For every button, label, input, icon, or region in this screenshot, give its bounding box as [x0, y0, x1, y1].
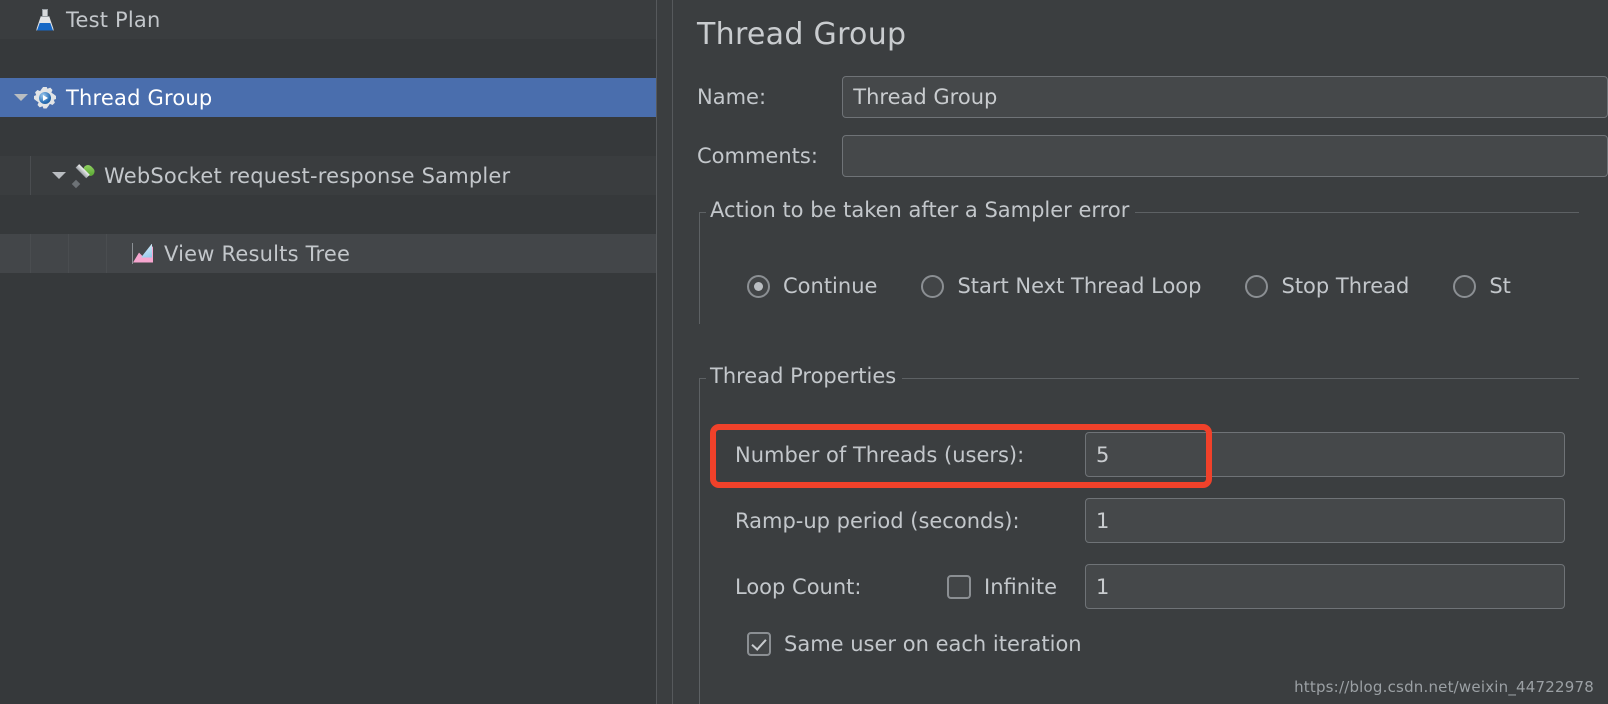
radio-label: St [1489, 274, 1511, 298]
number-of-threads-label: Number of Threads (users): [735, 442, 1025, 467]
tree-item-label: Test Plan [66, 7, 161, 32]
number-of-threads-input[interactable] [1085, 432, 1565, 477]
checkbox-checked-icon [747, 632, 771, 656]
tree-item-test-plan[interactable]: Test Plan [0, 0, 656, 39]
loop-count-input[interactable] [1085, 564, 1565, 609]
comments-label: Comments: [697, 144, 818, 168]
rampup-period-input[interactable] [1085, 498, 1565, 543]
tree-item-label: View Results Tree [164, 241, 351, 266]
tree-guide-line [30, 234, 31, 273]
thread-group-config-panel: Thread Group Name: Comments: Action to b… [673, 0, 1608, 704]
thread-properties-group-title: Thread Properties [706, 364, 903, 388]
watermark-text: https://blog.csdn.net/weixin_44722978 [1294, 678, 1594, 696]
flask-icon [32, 7, 58, 33]
radio-mark-icon [747, 274, 770, 298]
chevron-down-icon [14, 94, 28, 101]
tree-guide-line [30, 156, 31, 195]
same-user-label: Same user on each iteration [784, 632, 1082, 656]
tree-item-view-results-tree[interactable]: View Results Tree [0, 234, 656, 273]
radio-continue[interactable]: Continue [747, 274, 877, 298]
radio-label: Continue [783, 274, 878, 298]
tree-guide-line [68, 234, 69, 273]
checkbox-icon [947, 574, 971, 599]
jmeter-window: Test Plan Thread Group WebSocket request… [0, 0, 1608, 704]
radio-mark-icon [1245, 274, 1269, 298]
radio-mark-icon [1453, 274, 1477, 298]
sampler-error-group: Action to be taken after a Sampler error [699, 198, 1579, 324]
tree-expand-toggle-websocket-sampler[interactable] [48, 156, 70, 195]
loop-count-label: Loop Count: [735, 574, 862, 599]
panel-splitter[interactable] [656, 0, 673, 704]
page-title: Thread Group [697, 17, 907, 52]
same-user-checkbox[interactable]: Same user on each iteration [747, 632, 1082, 656]
radio-start-next-thread-loop[interactable]: Start Next Thread Loop [921, 274, 1201, 298]
number-of-threads-row: Number of Threads (users): [735, 432, 1608, 477]
radio-stop-test[interactable]: St [1453, 274, 1511, 298]
loop-count-row: Loop Count: Infinite [735, 564, 1608, 609]
radio-label: Start Next Thread Loop [957, 274, 1202, 298]
name-label: Name: [697, 85, 767, 109]
tree-item-websocket-sampler[interactable]: WebSocket request-response Sampler [0, 156, 656, 195]
tree-item-label: Thread Group [66, 85, 213, 110]
pipette-icon [70, 162, 97, 189]
tree-rows: Test Plan Thread Group WebSocket request… [0, 0, 656, 273]
tree-toggle-placeholder [10, 0, 32, 39]
tree-guide-line [106, 234, 107, 273]
splitter-line [656, 0, 657, 704]
rampup-period-row: Ramp-up period (seconds): [735, 498, 1608, 543]
test-plan-tree-panel: Test Plan Thread Group WebSocket request… [0, 0, 656, 704]
infinite-label: Infinite [984, 574, 1058, 599]
tree-expand-toggle-thread-group[interactable] [10, 78, 32, 117]
radio-mark-icon [921, 274, 945, 298]
tree-item-label: WebSocket request-response Sampler [104, 163, 511, 188]
rampup-period-label: Ramp-up period (seconds): [735, 508, 1020, 533]
radio-stop-thread[interactable]: Stop Thread [1245, 274, 1409, 298]
radio-label: Stop Thread [1281, 274, 1410, 298]
results-tree-icon [130, 241, 156, 267]
tree-item-thread-group[interactable]: Thread Group [0, 78, 656, 117]
sampler-error-group-title: Action to be taken after a Sampler error [706, 198, 1136, 222]
name-input[interactable] [842, 76, 1608, 118]
sampler-error-radio-group: Continue Start Next Thread Loop Stop Thr… [747, 274, 1511, 298]
tree-toggle-placeholder [108, 234, 130, 273]
comments-input[interactable] [842, 135, 1608, 177]
gear-icon [32, 85, 58, 111]
comments-row: Comments: [697, 135, 1608, 177]
name-row: Name: [697, 76, 1608, 118]
chevron-down-icon [52, 172, 66, 179]
same-user-row: Same user on each iteration [747, 632, 1608, 656]
infinite-checkbox[interactable]: Infinite [947, 574, 1085, 599]
